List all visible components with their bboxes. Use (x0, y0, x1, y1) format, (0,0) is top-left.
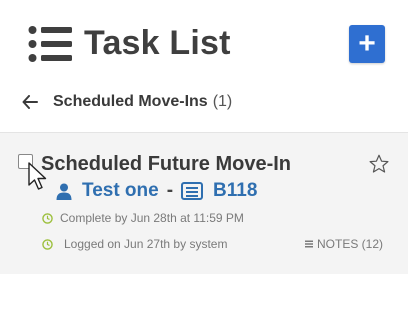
breadcrumb: Scheduled Move-Ins (1) (22, 90, 232, 114)
separator: - (166, 180, 174, 201)
complete-by-text: Complete by Jun 28th at 11:59 PM (60, 211, 244, 225)
logged-on: Logged on Jun 27th by system (42, 237, 227, 251)
person-icon (56, 183, 72, 200)
tenant-link[interactable]: Test one (82, 180, 159, 202)
notes-icon (305, 240, 313, 248)
complete-by: Complete by Jun 28th at 11:59 PM (42, 211, 244, 225)
arrow-left-icon[interactable] (22, 95, 38, 109)
unit-link[interactable]: B118 (213, 180, 257, 202)
list-icon (28, 26, 72, 62)
notes-label: NOTES (12) (317, 237, 384, 251)
plus-icon: + (358, 27, 376, 60)
task-title[interactable]: Scheduled Future Move-In (41, 153, 291, 176)
header: Task List + (0, 0, 408, 86)
cursor-icon (28, 162, 47, 190)
logged-on-text: Logged on Jun 27th by system (64, 237, 228, 251)
breadcrumb-count: (1) (212, 93, 233, 110)
page-title: Task List (84, 24, 231, 62)
breadcrumb-title: Scheduled Move-Ins (53, 93, 208, 110)
task-card[interactable]: Scheduled Future Move-In Test one - B118… (0, 133, 408, 274)
clock-icon (42, 238, 53, 250)
unit-icon (181, 182, 204, 200)
task-details: Test one - B118 (56, 179, 257, 203)
star-icon[interactable] (368, 153, 390, 175)
clock-icon (42, 212, 53, 224)
add-task-button[interactable]: + (349, 25, 385, 63)
notes-link[interactable]: NOTES (12) (305, 237, 383, 251)
